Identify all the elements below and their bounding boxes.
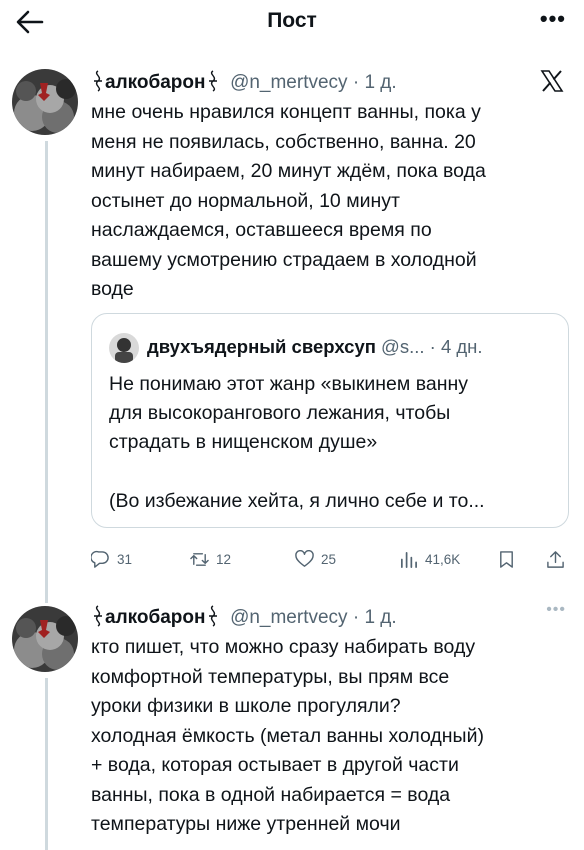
bookmark-icon: [500, 550, 513, 568]
page-title: Пост: [267, 9, 317, 32]
like-count: 25: [321, 551, 337, 567]
author-handle[interactable]: @n_mertvecy: [230, 72, 348, 93]
repost-icon: [190, 552, 209, 566]
quote-text-continued: (Во избежание хейта, я лично себе и то..…: [109, 490, 485, 512]
avatar: [109, 333, 139, 363]
timestamp[interactable]: · 1 д.: [353, 607, 397, 628]
tweet-text: мне очень нравился концепт ванны, пока у…: [91, 101, 486, 300]
decor-symbol-icon: [94, 70, 102, 92]
decor-symbol-icon: [208, 605, 217, 627]
repost-count: 12: [216, 551, 232, 567]
reply-count: 31: [117, 551, 133, 567]
tweet-header: алкобарон @n_mertvecy · 1 д.: [91, 605, 397, 630]
reply-button[interactable]: 31: [91, 548, 132, 570]
avatar[interactable]: [12, 606, 78, 672]
more-icon[interactable]: •••: [546, 601, 566, 619]
quote-timestamp: · 4 дн.: [429, 336, 483, 357]
reply-icon: [91, 550, 109, 568]
timestamp[interactable]: · 1 д.: [353, 72, 397, 93]
avatar[interactable]: [12, 69, 78, 135]
x-logo-icon: [540, 70, 564, 92]
decor-symbol-icon: [208, 70, 217, 92]
like-button[interactable]: 25: [295, 548, 336, 570]
quote-author-handle: @s...: [381, 336, 425, 357]
views-button[interactable]: 41,6K: [399, 548, 460, 570]
share-icon: [547, 550, 564, 568]
more-icon[interactable]: •••: [540, 6, 566, 32]
author-name[interactable]: алкобарон: [105, 72, 206, 93]
like-icon: [295, 549, 314, 567]
author-name[interactable]: алкобарон: [105, 607, 206, 628]
view-count: 41,6K: [425, 551, 461, 567]
quote-header: двухъядерный сверхсуп @s... · 4 дн.: [147, 336, 483, 358]
repost-button[interactable]: 12: [190, 548, 231, 570]
decor-symbol-icon: [94, 605, 102, 627]
quote-author-name: двухъядерный сверхсуп: [147, 336, 376, 357]
author-handle[interactable]: @n_mertvecy: [230, 607, 348, 628]
quote-text: Не понимаю этот жанр «выкинем ванну для …: [109, 373, 468, 453]
views-icon: [400, 551, 417, 568]
share-button[interactable]: [546, 548, 572, 570]
tweet-header: алкобарон @n_mertvecy · 1 д.: [91, 70, 397, 95]
bookmark-button[interactable]: [497, 548, 523, 570]
tweet-text: кто пишет, что можно сразу набирать воду…: [91, 636, 484, 835]
thread-line: [45, 141, 48, 603]
thread-line: [45, 678, 48, 850]
